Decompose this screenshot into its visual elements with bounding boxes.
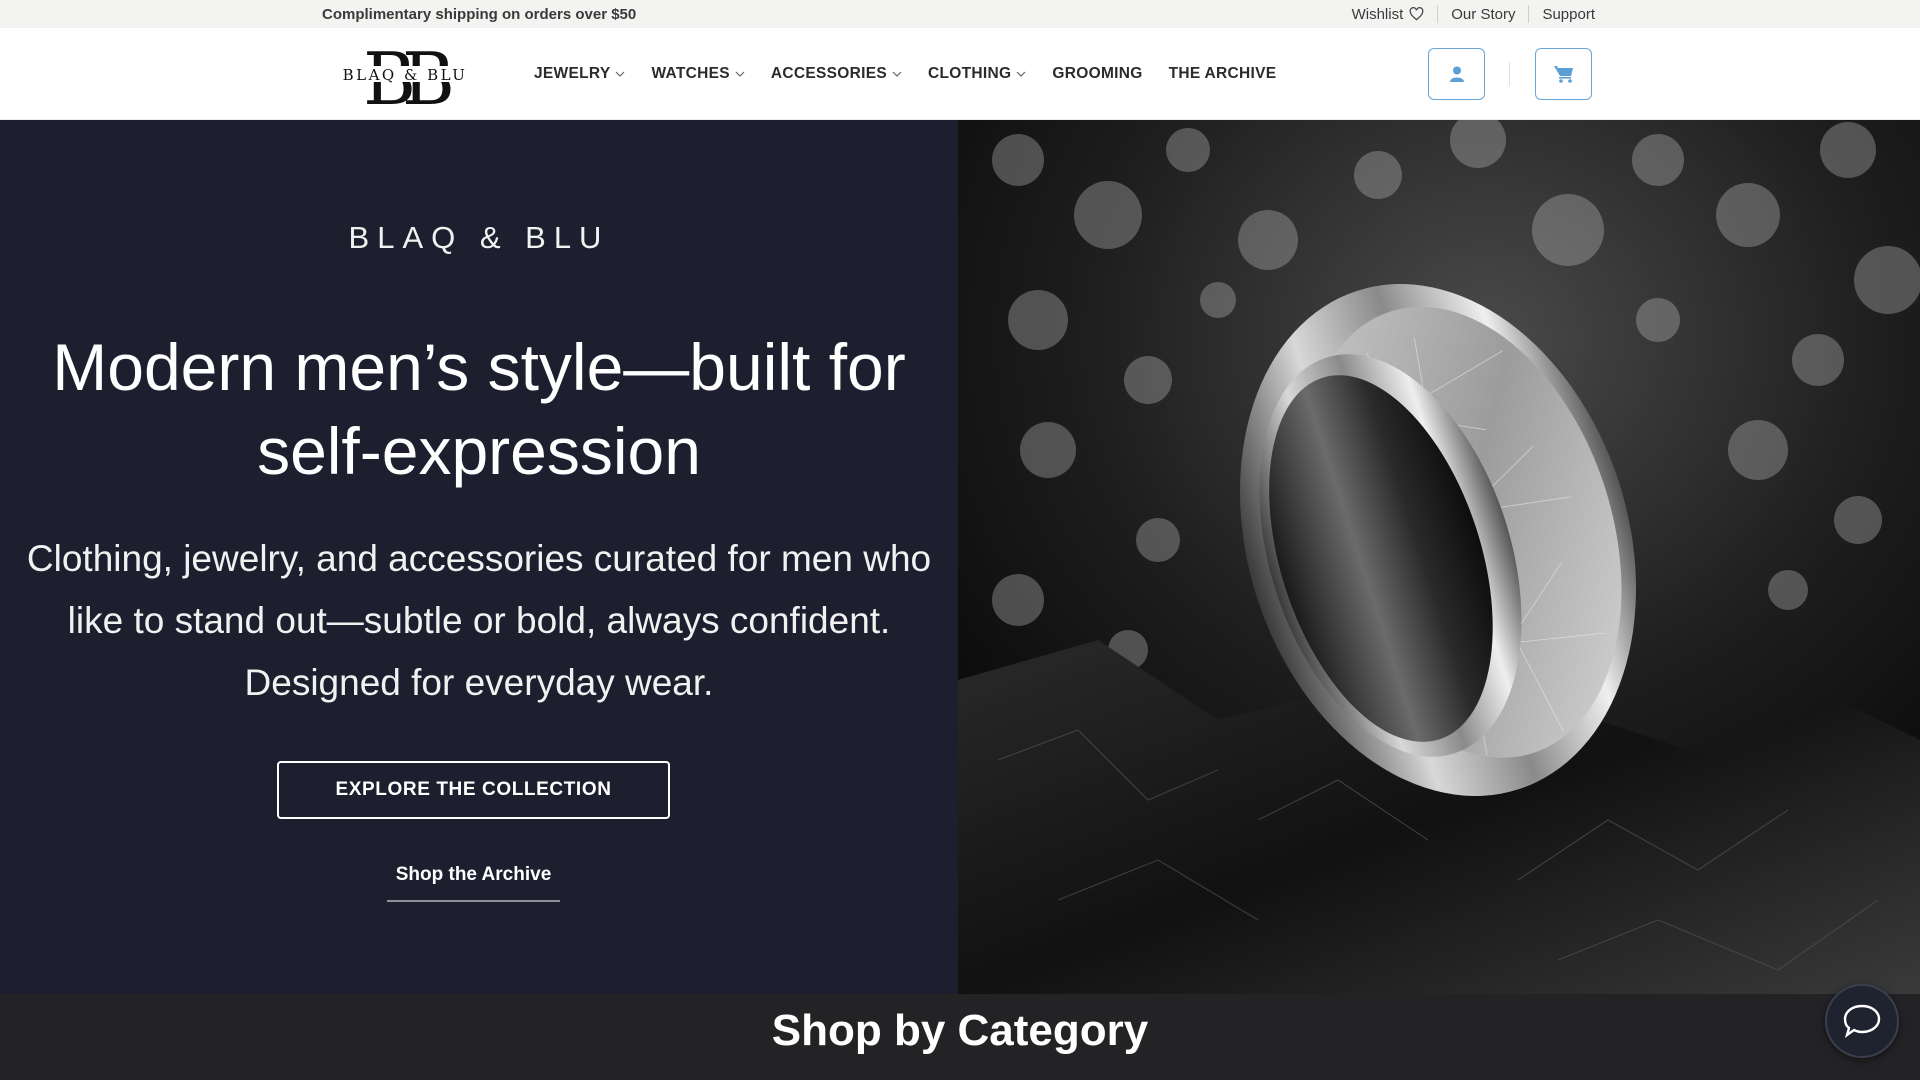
site-header: BB BLAQ & BLU JEWELRY WATCHES ACCESSORIE…	[0, 28, 1920, 120]
hero-subtitle: Clothing, jewelry, and accessories curat…	[26, 538, 932, 703]
utility-links: Wishlist Our Story Support	[1339, 0, 1595, 28]
logo-wordmark: BLAQ & BLU	[343, 66, 468, 84]
nav-watches-label: WATCHES	[651, 65, 730, 82]
shop-by-category-section: Shop by Category	[0, 994, 1920, 1080]
main-nav: JEWELRY WATCHES ACCESSORIES CLOTHING GRO…	[534, 28, 1276, 120]
our-story-link[interactable]: Our Story	[1437, 5, 1528, 23]
support-label: Support	[1542, 5, 1595, 23]
nav-accessories-label: ACCESSORIES	[770, 65, 888, 82]
chat-bubble-icon	[1843, 1004, 1881, 1038]
nav-accessories[interactable]: ACCESSORIES	[771, 65, 902, 83]
header-divider	[1509, 62, 1510, 86]
section-title: Shop by Category	[771, 1006, 1149, 1055]
nav-the-archive[interactable]: THE ARCHIVE	[1169, 65, 1277, 83]
nav-clothing-label: CLOTHING	[928, 65, 1012, 82]
chevron-down-icon	[616, 71, 625, 77]
shipping-promo-text: Complimentary shipping on orders over $5…	[322, 6, 637, 23]
nav-watches[interactable]: WATCHES	[651, 65, 745, 83]
cart-button[interactable]	[1535, 48, 1592, 100]
brand-logo[interactable]: BB BLAQ & BLU	[334, 36, 476, 112]
chevron-down-icon	[735, 71, 745, 77]
hero-text-panel: BLAQ & BLU Modern men’s style—built for …	[0, 120, 958, 994]
nav-grooming[interactable]: GROOMING	[1052, 65, 1142, 83]
nav-clothing[interactable]: CLOTHING	[928, 65, 1026, 83]
explore-collection-button[interactable]: EXPLORE THE COLLECTION	[277, 761, 670, 819]
wishlist-link[interactable]: Wishlist	[1339, 5, 1438, 23]
nav-jewelry[interactable]: JEWELRY	[534, 65, 625, 83]
hero-title: Modern men’s style—built for self-expres…	[52, 330, 906, 488]
chat-widget-button[interactable]	[1825, 984, 1899, 1058]
our-story-label: Our Story	[1451, 5, 1516, 23]
announcement-bar: Complimentary shipping on orders over $5…	[0, 0, 1920, 28]
account-button[interactable]	[1428, 48, 1485, 100]
support-link[interactable]: Support	[1528, 5, 1595, 23]
hero-ring-image	[958, 120, 1920, 994]
user-icon	[1449, 66, 1464, 82]
chevron-down-icon	[1016, 71, 1026, 77]
wishlist-label: Wishlist	[1351, 5, 1404, 23]
shop-archive-link[interactable]: Shop the Archive	[387, 864, 560, 902]
chevron-down-icon	[892, 71, 902, 77]
hero-kicker: BLAQ & BLU	[348, 220, 610, 255]
nav-grooming-label: GROOMING	[1052, 65, 1143, 82]
nav-the-archive-label: THE ARCHIVE	[1168, 65, 1277, 82]
nav-jewelry-label: JEWELRY	[534, 65, 611, 82]
heart-icon	[1409, 7, 1424, 21]
cart-icon	[1553, 66, 1573, 83]
ring-photo-illustration	[958, 120, 1920, 994]
